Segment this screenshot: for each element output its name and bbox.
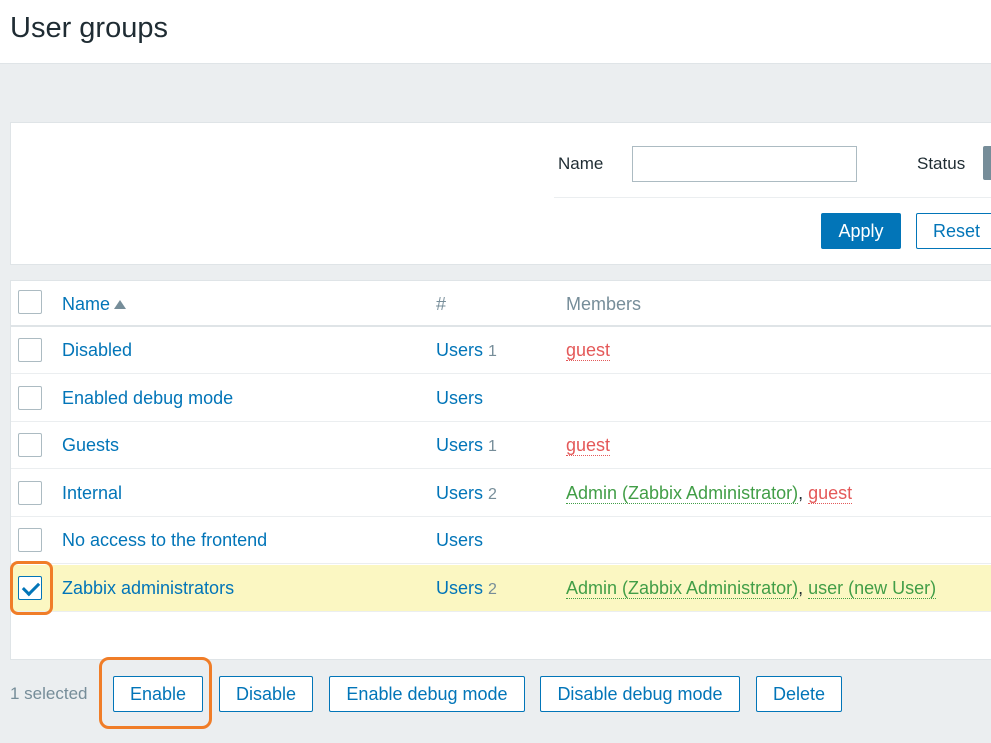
users-link[interactable]: Users: [436, 578, 483, 598]
row-checkbox[interactable]: [18, 481, 42, 505]
row-checkbox[interactable]: [18, 386, 42, 410]
sort-ascending-icon: [114, 300, 127, 309]
disable-button[interactable]: Disable: [219, 676, 313, 712]
filter-status-label: Status: [917, 154, 966, 173]
users-link[interactable]: Users: [436, 435, 483, 455]
users-link[interactable]: Users: [436, 483, 483, 503]
enable-button-highlight-marker: [99, 657, 212, 729]
table-row-selected: Zabbix administrators Users 2 Admin (Zab…: [11, 565, 991, 612]
filter-name-input[interactable]: [632, 146, 857, 182]
name-column-header[interactable]: Name: [62, 294, 127, 315]
members-cell: guest: [566, 340, 611, 361]
reset-button[interactable]: Reset: [916, 213, 991, 249]
filter-name-label: Name: [558, 154, 604, 173]
row-checkbox[interactable]: [18, 528, 42, 552]
users-cell: Users 2: [436, 483, 497, 504]
row-checkbox[interactable]: [18, 338, 42, 362]
page-header: User groups: [0, 0, 991, 64]
table-row: Enabled debug mode Users: [11, 375, 991, 422]
users-count: 1: [488, 438, 497, 455]
users-link[interactable]: Users: [436, 530, 483, 550]
table-row: Disabled Users 1 guest: [11, 327, 991, 374]
delete-button[interactable]: Delete: [756, 676, 842, 712]
users-count: 1: [488, 343, 497, 360]
users-column-header: #: [436, 294, 447, 314]
table-row: Guests Users 1 guest: [11, 422, 991, 469]
table-header: Name # Members: [11, 281, 991, 327]
member-separator: ,: [798, 578, 809, 598]
member-link[interactable]: user (new User): [808, 578, 937, 599]
member-link[interactable]: guest: [808, 483, 853, 504]
member-link[interactable]: Admin (Zabbix Administrator): [566, 483, 799, 504]
table-row: Internal Users 2 Admin (Zabbix Administr…: [11, 470, 991, 517]
group-name-link[interactable]: Guests: [62, 435, 119, 456]
table-row: No access to the frontend Users: [11, 517, 991, 564]
member-link[interactable]: Admin (Zabbix Administrator): [566, 578, 799, 599]
enable-debug-mode-button[interactable]: Enable debug mode: [329, 676, 525, 712]
select-all-checkbox[interactable]: [18, 290, 42, 314]
users-cell: Users 1: [436, 340, 497, 361]
member-separator: ,: [798, 483, 809, 503]
members-cell: guest: [566, 435, 611, 456]
disable-debug-mode-button[interactable]: Disable debug mode: [540, 676, 740, 712]
group-name-link[interactable]: Enabled debug mode: [62, 388, 233, 409]
page-title: User groups: [10, 12, 168, 44]
selected-count: 1 selected: [10, 684, 88, 703]
users-cell: Users 1: [436, 435, 497, 456]
users-count: 2: [488, 486, 497, 503]
users-cell: Users 2: [436, 578, 497, 599]
members-column-header: Members: [566, 294, 642, 314]
users-cell: Users: [436, 388, 483, 409]
members-cell: Admin (Zabbix Administrator), user (new …: [566, 578, 937, 599]
users-link[interactable]: Users: [436, 388, 483, 408]
name-header-label: Name: [62, 294, 111, 314]
members-cell: Admin (Zabbix Administrator), guest: [566, 483, 853, 504]
users-link[interactable]: Users: [436, 340, 483, 360]
status-segmented-control[interactable]: [983, 146, 991, 180]
member-link[interactable]: guest: [566, 435, 611, 456]
users-cell: Users: [436, 530, 483, 551]
group-name-link[interactable]: No access to the frontend: [62, 530, 267, 551]
apply-button[interactable]: Apply: [821, 213, 901, 249]
user-groups-table: Name # Members Disabled Users 1 guest En…: [10, 280, 991, 660]
group-name-link[interactable]: Disabled: [62, 340, 132, 361]
row-checkbox[interactable]: [18, 433, 42, 457]
member-link[interactable]: guest: [566, 340, 611, 361]
users-count: 2: [488, 581, 497, 598]
checkbox-highlight-marker: [10, 561, 53, 615]
group-name-link[interactable]: Internal: [62, 483, 122, 504]
group-name-link[interactable]: Zabbix administrators: [62, 578, 234, 599]
